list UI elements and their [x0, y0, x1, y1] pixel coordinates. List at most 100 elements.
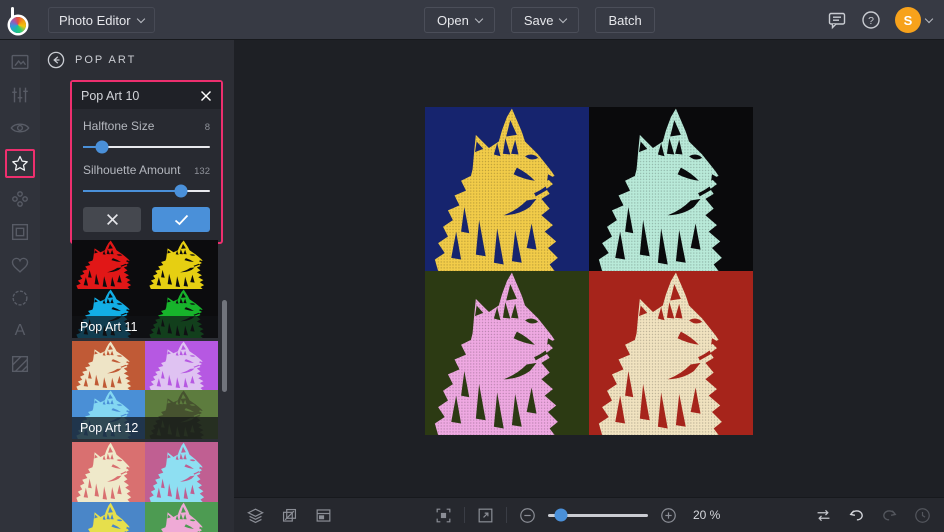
save-button[interactable]: Save — [510, 7, 580, 33]
text-tool-icon: A — [14, 322, 26, 339]
app-logo[interactable] — [0, 0, 40, 40]
fullscreen-preview-icon[interactable] — [476, 506, 495, 525]
dots-cluster-icon — [12, 191, 28, 207]
thumb-quadrant — [145, 341, 218, 390]
thumbnail-label: Pop Art 12 — [72, 417, 218, 439]
zoom-percentage: 20 % — [693, 508, 721, 522]
fit-to-screen-icon[interactable] — [434, 506, 453, 525]
canvas-settings-icon[interactable] — [314, 506, 333, 525]
svg-text:?: ? — [868, 15, 874, 27]
chevron-down-icon — [924, 14, 934, 23]
redo-button[interactable] — [880, 506, 899, 525]
image-icon — [11, 54, 29, 70]
badge-icon — [12, 290, 28, 306]
zoom-slider[interactable] — [548, 508, 648, 522]
sidebar-item-effects[interactable] — [5, 149, 35, 178]
sidebar-item-textures[interactable] — [8, 352, 32, 376]
image-quadrant-bottom-left — [425, 271, 589, 435]
zoom-slider-thumb[interactable] — [554, 508, 568, 522]
slider-fill — [83, 190, 181, 192]
sidebar-item-adjust[interactable] — [8, 83, 32, 107]
sidebar-item-frames[interactable] — [8, 220, 32, 244]
divider — [506, 507, 507, 523]
chevron-down-icon — [136, 14, 145, 23]
save-button-label: Save — [523, 12, 554, 28]
transform-icon[interactable] — [280, 506, 299, 525]
check-icon — [174, 214, 188, 225]
thumbnail-label: Pop Art 11 — [72, 316, 218, 338]
eye-icon — [10, 123, 30, 133]
image-quadrant-top-right — [589, 107, 753, 271]
panel-header: POP ART — [40, 40, 234, 80]
panel-scrollbar[interactable] — [222, 300, 227, 392]
editor-canvas[interactable] — [234, 40, 944, 532]
panel-title: POP ART — [75, 54, 137, 66]
sidebar-item-overlays[interactable] — [8, 253, 32, 277]
effect-card-header: Pop Art 10 — [72, 82, 221, 109]
sidebar-item-edit[interactable] — [8, 50, 32, 74]
undo-button[interactable] — [847, 506, 866, 525]
layers-icon[interactable] — [246, 506, 265, 525]
help-icon[interactable]: ? — [861, 10, 881, 30]
sidebar-item-artsy[interactable] — [8, 187, 32, 211]
texture-icon — [11, 355, 29, 373]
effects-panel: POP ART Pop Art 10 Halftone Size 8 Silho… — [40, 40, 234, 532]
heart-icon — [11, 257, 29, 273]
halftone-size-slider[interactable] — [83, 140, 210, 154]
thumb-quadrant — [145, 442, 218, 502]
chevron-down-icon — [559, 14, 568, 23]
divider — [464, 507, 465, 523]
back-button[interactable] — [47, 51, 65, 69]
thumb-quadrant — [145, 240, 218, 289]
feedback-chat-icon[interactable] — [827, 10, 847, 30]
effect-card-body: Halftone Size 8 Silhouette Amount 132 — [72, 109, 221, 242]
halftone-size-label: Halftone Size — [83, 119, 155, 133]
bottom-toolbar: 20 % — [234, 497, 944, 532]
silhouette-amount-value: 132 — [194, 166, 210, 177]
tool-sidebar: A — [0, 40, 40, 532]
star-icon — [12, 155, 28, 171]
avatar: S — [895, 7, 921, 33]
pop-art-image[interactable] — [425, 107, 753, 435]
close-icon[interactable] — [200, 90, 212, 102]
apply-effect-button[interactable] — [152, 207, 210, 232]
compare-before-after-icon[interactable] — [814, 506, 833, 525]
halftone-size-value: 8 — [204, 122, 210, 133]
zoom-out-button[interactable] — [518, 506, 537, 525]
frame-icon — [11, 223, 29, 241]
x-icon — [106, 214, 118, 225]
cancel-effect-button[interactable] — [83, 207, 141, 232]
sidebar-item-touchup[interactable] — [8, 116, 32, 140]
chevron-down-icon — [474, 14, 484, 23]
sliders-icon — [12, 87, 28, 103]
zoom-in-button[interactable] — [659, 506, 678, 525]
account-menu[interactable]: S — [895, 7, 934, 33]
effect-settings-card: Pop Art 10 Halftone Size 8 Silhouette Am… — [70, 80, 223, 244]
silhouette-amount-label: Silhouette Amount — [83, 163, 181, 177]
history-icon[interactable] — [913, 506, 932, 525]
effect-card-title: Pop Art 10 — [81, 88, 140, 103]
thumb-quadrant — [72, 240, 145, 289]
app-switcher-menu[interactable]: Photo Editor — [48, 7, 155, 33]
sidebar-item-graphics[interactable] — [8, 286, 32, 310]
batch-button[interactable]: Batch — [595, 7, 655, 33]
image-quadrant-top-left — [425, 107, 589, 271]
open-button[interactable]: Open — [424, 7, 495, 33]
thumb-quadrant — [72, 442, 145, 502]
sidebar-item-text[interactable]: A — [8, 319, 32, 343]
silhouette-amount-slider-thumb[interactable] — [174, 184, 188, 198]
top-bar: Photo Editor Open Save Batch ? S — [0, 0, 944, 40]
effect-thumbnail-pop-art-12[interactable]: Pop Art 12 — [72, 341, 218, 439]
effect-thumbnail-next[interactable] — [72, 442, 218, 532]
befunky-logo-icon — [10, 7, 30, 33]
silhouette-amount-slider[interactable] — [83, 184, 210, 198]
effect-thumbnail-pop-art-11[interactable]: Pop Art 11 — [72, 240, 218, 338]
halftone-size-slider-thumb[interactable] — [95, 140, 109, 154]
thumb-quadrant — [72, 341, 145, 390]
thumb-quadrant — [145, 502, 218, 532]
image-quadrant-bottom-right — [589, 271, 753, 435]
thumb-quadrant — [72, 502, 145, 532]
batch-button-label: Batch — [608, 12, 642, 28]
arrow-left-icon — [53, 56, 60, 64]
open-button-label: Open — [437, 12, 469, 28]
